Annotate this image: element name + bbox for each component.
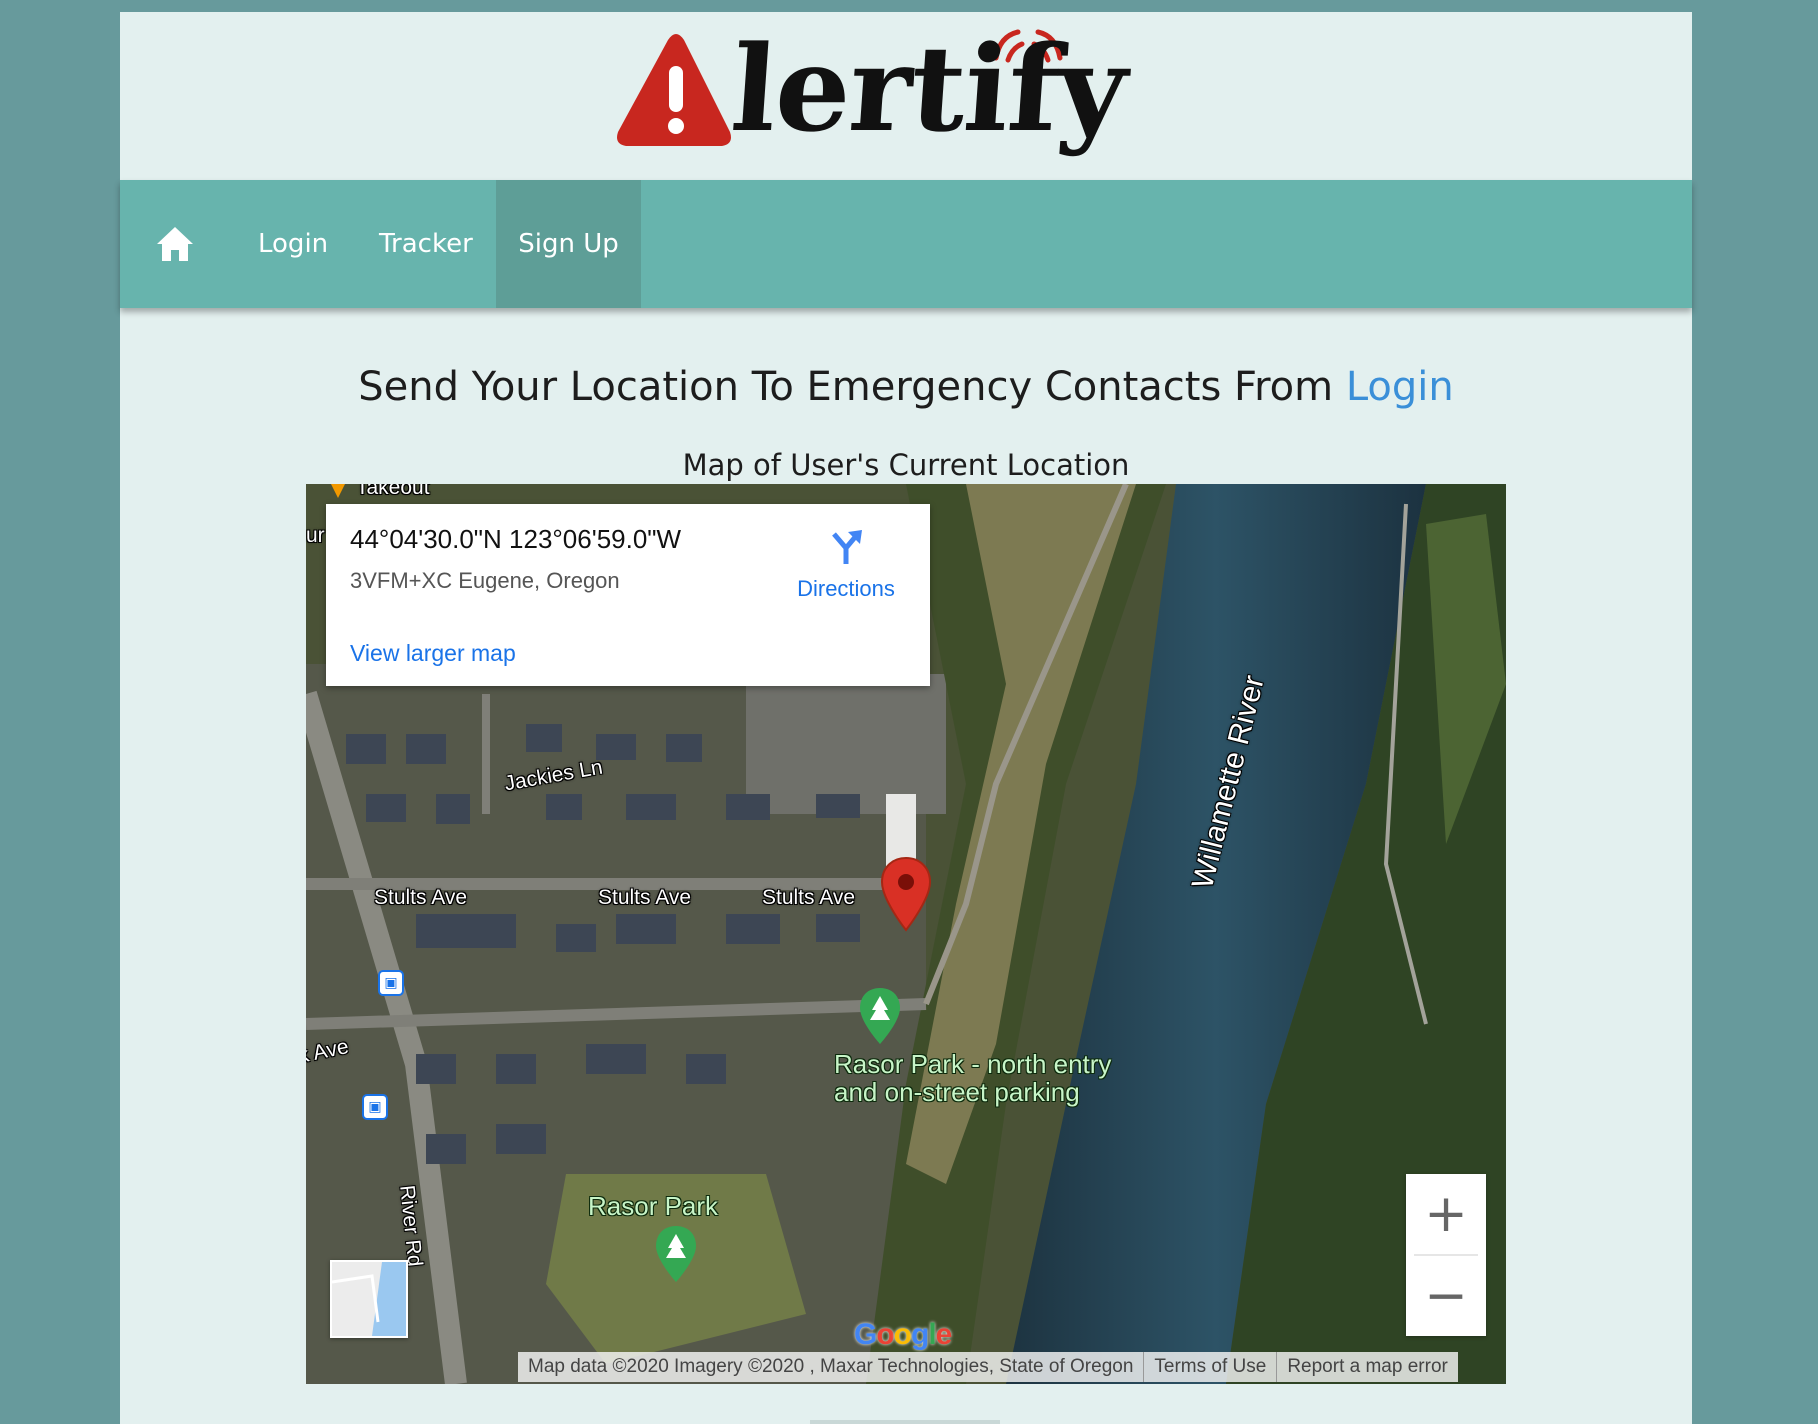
map-info-card: 44°04'30.0"N 123°06'59.0"W 3VFM+XC Eugen…	[326, 504, 930, 686]
park-pin-icon[interactable]	[654, 1224, 698, 1284]
map-label-rasor-park-north: Rasor Park - north entry and on-street pa…	[834, 1050, 1111, 1106]
map-label-partial: ur	[306, 524, 325, 547]
embedded-map[interactable]: Takeout ur Jackies Ln Stults Ave Stults …	[306, 484, 1506, 1384]
map-thumbnail-icon	[332, 1262, 406, 1336]
park-pin-north-icon[interactable]	[858, 986, 902, 1046]
page-container: lertify Login Tracker Sign Up Send Your …	[120, 12, 1692, 1424]
nav-tracker[interactable]: Tracker	[379, 180, 473, 308]
home-icon[interactable]	[154, 224, 196, 264]
park-north-line-1: Rasor Park - north entry	[834, 1049, 1112, 1079]
map-label-stults-ave-3: Stults Ave	[762, 886, 856, 909]
map-heading: Map of User's Current Location	[682, 448, 1130, 482]
map-type-toggle[interactable]	[330, 1260, 408, 1338]
bottom-scroll-indicator	[810, 1420, 1000, 1424]
report-map-error-link[interactable]: Report a map error	[1277, 1352, 1458, 1382]
location-pin-icon[interactable]	[880, 856, 932, 932]
zoom-in-button[interactable]: +	[1406, 1174, 1486, 1254]
coordinates-text: 44°04'30.0"N 123°06'59.0"W	[350, 524, 682, 554]
plus-code-text: 3VFM+XC Eugene, Oregon	[350, 568, 620, 593]
zoom-out-button[interactable]: −	[1406, 1256, 1486, 1336]
google-logo: Google	[854, 1318, 952, 1351]
map-data-attribution: Map data ©2020 Imagery ©2020 , Maxar Tec…	[518, 1352, 1145, 1382]
map-attribution: Map data ©2020 Imagery ©2020 , Maxar Tec…	[518, 1352, 1458, 1382]
view-larger-map-link[interactable]: View larger map	[350, 640, 516, 667]
directions-icon	[832, 530, 862, 564]
directions-label: Directions	[797, 576, 895, 601]
map-label-takeout: Takeout	[356, 484, 430, 499]
takeout-marker-icon[interactable]	[326, 484, 350, 500]
logo-area: lertify	[120, 12, 1692, 180]
map-label-stults-ave-1: Stults Ave	[374, 886, 468, 909]
map-label-stults-ave-2: Stults Ave	[598, 886, 692, 909]
logo-wordmark: lertify	[727, 19, 1131, 158]
terms-of-use-link[interactable]: Terms of Use	[1144, 1352, 1278, 1382]
bus-stop-icon[interactable]: ▣	[378, 970, 404, 996]
park-north-line-2: and on-street parking	[834, 1077, 1080, 1107]
zoom-control: + −	[1406, 1174, 1486, 1336]
headline-text: Send Your Location To Emergency Contacts…	[358, 364, 1346, 410]
navbar: Login Tracker Sign Up	[120, 180, 1692, 308]
map-label-rasor-park: Rasor Park	[588, 1191, 719, 1221]
bus-stop-icon-2[interactable]: ▣	[362, 1094, 388, 1120]
headline-login-link[interactable]: Login	[1346, 364, 1454, 410]
nav-login[interactable]: Login	[258, 180, 328, 308]
directions-button[interactable]: Directions	[784, 526, 908, 606]
page-headline: Send Your Location To Emergency Contacts…	[120, 364, 1692, 410]
nav-signup[interactable]: Sign Up	[496, 180, 641, 308]
